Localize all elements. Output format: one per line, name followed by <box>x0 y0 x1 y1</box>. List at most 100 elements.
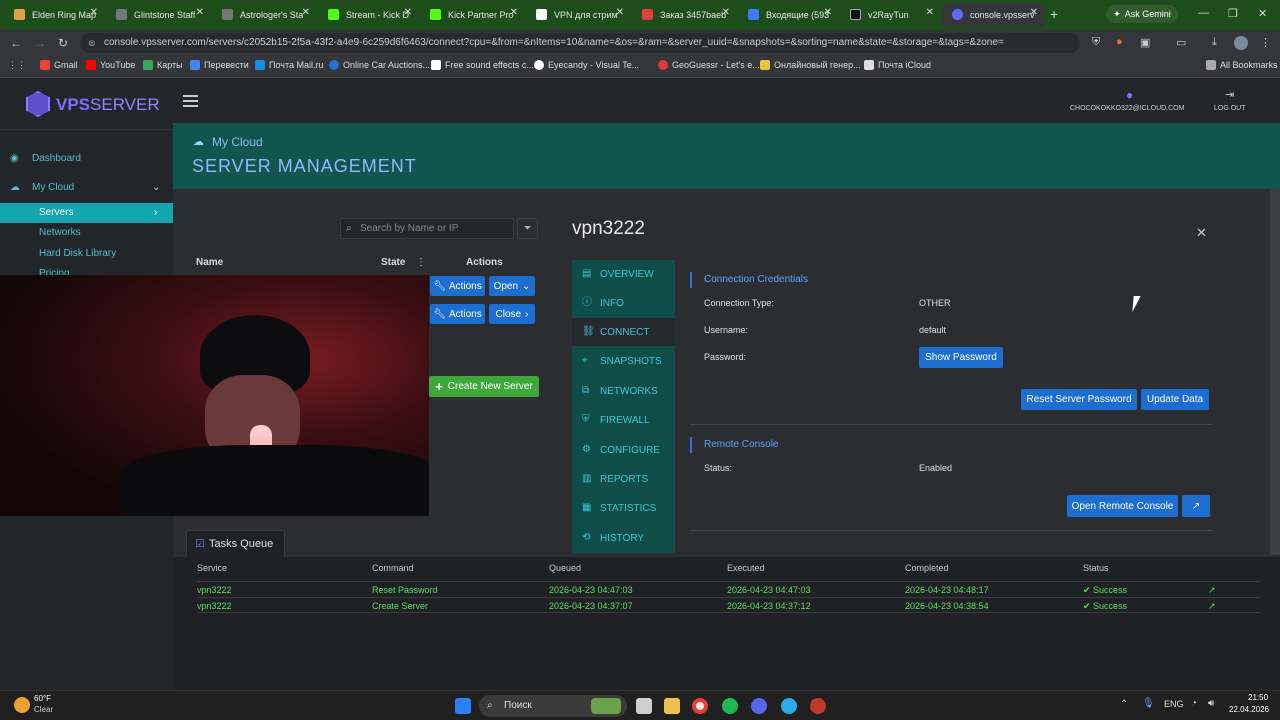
actions-button[interactable]: 🔧︎ Actions <box>430 276 485 296</box>
bookmark-copart[interactable]: Online Car Auctions... <box>329 60 430 70</box>
shield-icon[interactable]: ⛨ <box>1092 36 1100 49</box>
download-icon[interactable]: ⤓ <box>1212 36 1217 49</box>
search-input[interactable]: ⌕ Search by Name or IP <box>340 218 514 239</box>
file-explorer-icon[interactable] <box>664 698 680 714</box>
back-icon[interactable]: ← <box>10 36 22 50</box>
close-tab-icon[interactable]: ✕ <box>510 7 518 18</box>
forward-icon[interactable]: → <box>34 36 46 50</box>
bookmark-maps[interactable]: Карты <box>143 60 183 70</box>
user-email[interactable]: CHOCOKOKKO322@ICLOUD.COM <box>1070 105 1184 112</box>
tab-reports[interactable]: ▥ REPORTS <box>572 465 675 494</box>
sidebar-item-networks[interactable]: Networks <box>0 227 173 238</box>
bookmark-icloud[interactable]: Почта iCloud <box>864 60 931 70</box>
chrome-icon[interactable] <box>692 698 708 714</box>
apps-grid-icon[interactable]: ⋮⋮ <box>8 60 26 71</box>
close-tab-icon[interactable]: ✕ <box>196 7 204 18</box>
open-remote-console-button[interactable]: Open Remote Console <box>1067 495 1178 517</box>
close-tab-icon[interactable]: ✕ <box>90 7 98 18</box>
volume-icon[interactable]: 🔊︎ <box>1208 698 1214 709</box>
sidebar-item-servers[interactable]: Servers › <box>0 203 173 223</box>
create-server-button[interactable]: + Create New Server <box>429 376 539 397</box>
puzzle-icon[interactable]: ▣ <box>1140 36 1150 49</box>
close-tab-icon[interactable]: ✕ <box>616 7 624 18</box>
app-icon[interactable] <box>810 698 826 714</box>
tab-networks[interactable]: ⧉ NETWORKS <box>572 377 675 406</box>
weather-temp[interactable]: 60°F <box>34 694 51 703</box>
task-view-icon[interactable] <box>636 698 652 714</box>
tab-statistics[interactable]: ▦ STATISTICS <box>572 494 675 523</box>
external-link-icon[interactable]: ↗ <box>1182 495 1210 517</box>
discord-icon[interactable] <box>751 698 767 714</box>
address-bar[interactable]: ⊜ console.vpsserver.com/servers/c2052b15… <box>80 33 1080 53</box>
new-tab-button[interactable]: + <box>1050 6 1058 22</box>
bookmark-youtube[interactable]: YouTube <box>86 60 135 70</box>
close-tab-icon[interactable]: ✕ <box>824 7 832 18</box>
site-info-icon[interactable]: ⊜ <box>88 33 96 53</box>
tab-7[interactable]: Входящие (593 ✕ <box>738 3 838 27</box>
close-tab-icon[interactable]: ✕ <box>926 7 934 18</box>
telegram-icon[interactable] <box>781 698 797 714</box>
update-data-button[interactable]: Update Data <box>1141 389 1209 410</box>
cast-icon[interactable]: ▭ <box>1176 36 1186 49</box>
tab-snapshots[interactable]: ⌖ SNAPSHOTS <box>572 347 675 376</box>
open-button[interactable]: Open ⌄ <box>489 276 535 296</box>
tab-0[interactable]: Elden Ring Map ✕ <box>4 3 104 27</box>
close-tab-icon[interactable]: ✕ <box>302 7 310 18</box>
logout-link[interactable]: LOG OUT <box>1214 105 1246 112</box>
chevron-up-icon[interactable]: ⌃ <box>1120 699 1128 710</box>
bookmark-eyecandy[interactable]: Eyecandy - Visual Te... <box>534 60 639 70</box>
menu-dots-icon[interactable]: ⋮ <box>1260 36 1271 49</box>
clock-time[interactable]: 21:50 <box>1248 693 1268 702</box>
all-bookmarks[interactable]: All Bookmarks <box>1206 60 1278 70</box>
tab-6[interactable]: Заказ 3457baeb ✕ <box>632 3 736 27</box>
tab-history[interactable]: ⟲ HISTORY <box>572 524 675 553</box>
minimize-icon[interactable]: — <box>1198 7 1209 19</box>
actions-button[interactable]: 🔧︎ Actions <box>430 304 485 324</box>
tab-2[interactable]: Astrologer's Sta ✕ <box>212 3 316 27</box>
extension-icon[interactable]: ● <box>1116 36 1123 48</box>
close-tab-icon[interactable]: ✕ <box>1030 7 1038 18</box>
tab-configure[interactable]: ⚙ CONFIGURE <box>572 436 675 465</box>
reset-password-button[interactable]: Reset Server Password <box>1021 389 1137 410</box>
wifi-icon[interactable]: ◔ <box>1191 698 1197 709</box>
tab-firewall[interactable]: ⛨ FIREWALL <box>572 406 675 435</box>
column-menu-icon[interactable]: ⋮ <box>416 257 426 268</box>
filter-icon[interactable]: ⏷ <box>517 218 538 239</box>
profile-avatar[interactable] <box>1234 36 1248 50</box>
column-header-state[interactable]: State <box>381 257 405 268</box>
weather-desc[interactable]: Clear <box>34 705 53 714</box>
tab-9-active[interactable]: console.vpsserv ✕ <box>942 3 1044 27</box>
bookmark-generator[interactable]: Онлайновый генер... <box>760 60 861 70</box>
language-indicator[interactable]: ENG <box>1164 699 1184 709</box>
spotify-icon[interactable] <box>722 698 738 714</box>
sidebar-item-hard-disk-library[interactable]: Hard Disk Library <box>0 248 173 259</box>
bookmark-mailru[interactable]: Почта Mail.ru <box>255 60 324 70</box>
column-header-name[interactable]: Name <box>196 257 223 268</box>
reload-icon[interactable]: ↻ <box>58 36 68 50</box>
tab-tasks-queue[interactable]: ☑ Tasks Queue <box>186 530 285 557</box>
tab-overview[interactable]: ▤ OVERVIEW <box>572 260 675 289</box>
sidebar-item-dashboard[interactable]: ◉ Dashboard <box>0 153 173 169</box>
external-link-icon[interactable]: ↗ <box>1208 601 1216 612</box>
external-link-icon[interactable]: ↗ <box>1208 585 1216 596</box>
close-tab-icon[interactable]: ✕ <box>404 7 412 18</box>
tab-5[interactable]: VPN для стрим ✕ <box>526 3 630 27</box>
sidebar-item-my-cloud[interactable]: ☁ My Cloud ⌄ <box>0 182 173 198</box>
bookmark-geoguessr[interactable]: GeoGuessr - Let's e... <box>658 60 760 70</box>
show-password-button[interactable]: Show Password <box>919 347 1003 368</box>
ask-gemini-button[interactable]: ✦ Ask Gemini <box>1106 5 1178 23</box>
microphone-icon[interactable]: 🎙︎ <box>1142 698 1155 709</box>
bookmark-gmail[interactable]: Gmail <box>40 60 78 70</box>
tab-info[interactable]: ⓘ INFO <box>572 289 675 318</box>
taskbar-search[interactable]: ⌕ Поиск <box>479 695 627 717</box>
close-button[interactable]: Close › <box>489 304 535 324</box>
windows-start-icon[interactable] <box>455 698 471 714</box>
tab-connect[interactable]: ⛓ CONNECT <box>572 318 675 347</box>
close-tab-icon[interactable]: ✕ <box>722 7 730 18</box>
clock-date[interactable]: 22.04.2026 <box>1229 705 1269 714</box>
tab-3[interactable]: Stream - Kick D ✕ <box>318 3 418 27</box>
bookmark-translate[interactable]: Перевести <box>190 60 249 70</box>
scrollbar[interactable] <box>1270 189 1280 555</box>
maximize-icon[interactable]: ❐ <box>1228 7 1238 20</box>
hamburger-icon[interactable] <box>183 95 198 107</box>
